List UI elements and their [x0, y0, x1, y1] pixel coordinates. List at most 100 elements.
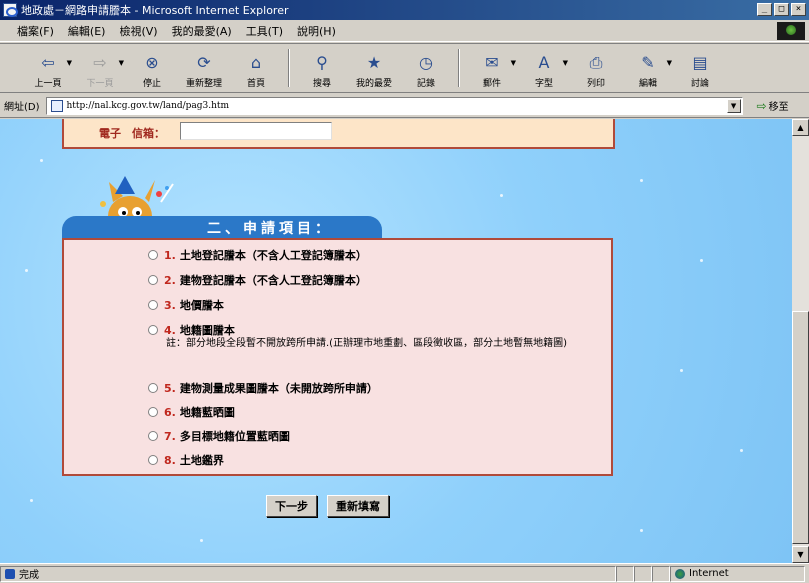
toolbar-separator [458, 49, 460, 87]
search-button[interactable]: ⚲ 搜尋 [296, 45, 348, 91]
font-button[interactable]: A 字型 ▼ [518, 45, 570, 91]
forward-button[interactable]: ⇨ 下一頁 ▼ [74, 45, 126, 91]
option-number: 4. [164, 323, 176, 337]
option-6[interactable]: 6. 地籍藍晒圖 [148, 404, 235, 420]
status-text: 完成 [19, 570, 39, 581]
scroll-thumb[interactable] [792, 311, 809, 544]
toolbar-separator [288, 49, 290, 87]
back-button[interactable]: ⇦ 上一頁 ▼ [22, 45, 74, 91]
stop-label: 停止 [142, 79, 161, 89]
edit-button[interactable]: ✎ 編輯 ▼ [622, 45, 674, 91]
options-panel: 1. 土地登記謄本（不含人工登記簿謄本） 2. 建物登記謄本（不含人工登記簿謄本… [62, 238, 613, 476]
stop-button[interactable]: ⊗ 停止 [126, 45, 178, 91]
page-icon [50, 99, 63, 112]
snow-dot [200, 539, 203, 542]
dropdown-arrow-icon[interactable]: ▼ [511, 59, 516, 67]
vertical-scrollbar[interactable]: ▲ ▼ [792, 119, 809, 563]
option-2[interactable]: 2. 建物登記謄本（不含人工登記簿謄本） [148, 272, 367, 288]
snow-dot [30, 499, 33, 502]
menu-favorites[interactable]: 我的最愛(A) [165, 23, 239, 39]
print-label: 列印 [586, 79, 605, 89]
menu-file[interactable]: 檔案(F) [10, 23, 61, 39]
radio-button[interactable] [148, 407, 158, 417]
dropdown-arrow-icon[interactable]: ▼ [563, 59, 568, 67]
menu-help[interactable]: 說明(H) [290, 23, 343, 39]
search-icon: ⚲ [316, 53, 328, 72]
printer-icon: ⎙ [589, 53, 603, 72]
font-icon: A [538, 53, 550, 72]
favorites-button[interactable]: ★ 我的最愛 [348, 45, 400, 91]
radio-button[interactable] [148, 325, 158, 335]
dropdown-arrow-icon[interactable]: ▼ [667, 59, 672, 67]
status-pane-empty [634, 565, 652, 582]
address-bar: 網址(D) http://nal.kcg.gov.tw/land/pag3.ht… [0, 94, 809, 118]
go-button[interactable]: ⇨ 移至 [757, 98, 789, 114]
snow-dot [680, 369, 683, 372]
ie-app-icon [3, 3, 18, 17]
dropdown-arrow-icon[interactable]: ▼ [67, 59, 72, 67]
option-8[interactable]: 8. 土地鑑界 [148, 452, 224, 468]
search-label: 搜尋 [312, 79, 331, 89]
option-5[interactable]: 5. 建物測量成果圖謄本（未開放跨所申請） [148, 380, 378, 396]
radio-button[interactable] [148, 455, 158, 465]
close-button[interactable]: × [791, 3, 806, 16]
scroll-down-icon[interactable]: ▼ [792, 546, 809, 563]
title-bar: 地政處－網路申請謄本 - Microsoft Internet Explorer… [0, 0, 809, 20]
radio-button[interactable] [148, 383, 158, 393]
option-3[interactable]: 3. 地價謄本 [148, 297, 224, 313]
back-arrow-icon: ⇦ [41, 53, 55, 72]
address-input[interactable]: http://nal.kcg.gov.tw/land/pag3.htm ▼ [45, 96, 743, 115]
favorites-icon: ★ [366, 53, 382, 72]
status-pane-empty [652, 565, 670, 582]
back-label: 上一頁 [34, 79, 62, 89]
email-label: 電子 信箱： [99, 127, 165, 140]
next-step-button[interactable]: 下一步 [266, 495, 317, 517]
maximize-button[interactable]: □ [774, 3, 789, 16]
discuss-button[interactable]: ▤ 討論 [674, 45, 726, 91]
snow-dot [640, 529, 643, 532]
internet-globe-icon [675, 568, 685, 579]
option-label: 土地鑑界 [179, 454, 224, 467]
print-button[interactable]: ⎙ 列印 [570, 45, 622, 91]
option-4-note: 註：部分地段全段暫不開放跨所申請.(正辦理市地重劃、區段徵收區，部分土地暫無地籍… [166, 338, 567, 349]
reset-button[interactable]: 重新填寫 [327, 495, 389, 517]
history-button[interactable]: ◷ 記錄 [400, 45, 452, 91]
menu-view[interactable]: 檢視(V) [112, 23, 164, 39]
option-label: 土地登記謄本（不含人工登記簿謄本） [179, 249, 367, 262]
edit-label: 編輯 [638, 79, 657, 89]
home-button[interactable]: ⌂ 首頁 [230, 45, 282, 91]
address-url[interactable]: http://nal.kcg.gov.tw/land/pag3.htm [67, 101, 230, 111]
window-title: 地政處－網路申請謄本 - Microsoft Internet Explorer [21, 4, 289, 17]
dropdown-arrow-icon[interactable]: ▼ [119, 59, 124, 67]
history-label: 記錄 [416, 79, 435, 89]
status-text-pane: 完成 [0, 565, 616, 582]
radio-button[interactable] [148, 431, 158, 441]
section-header: 二、申請項目： [62, 216, 382, 238]
address-dropdown-icon[interactable]: ▼ [726, 98, 741, 113]
menu-bar: 檔案(F) 編輯(E) 檢視(V) 我的最愛(A) 工具(T) 說明(H) [0, 20, 809, 42]
snow-dot [700, 259, 703, 262]
email-input[interactable] [180, 122, 332, 140]
scroll-up-icon[interactable]: ▲ [792, 119, 809, 136]
ie-logo-icon [777, 22, 805, 40]
page-viewport: 電子 信箱： 二、申請項目： 1. 土地登記謄本（不含人工登記簿謄本） 2. 建… [0, 119, 792, 563]
menu-edit[interactable]: 編輯(E) [61, 23, 113, 39]
option-1[interactable]: 1. 土地登記謄本（不含人工登記簿謄本） [148, 247, 367, 263]
radio-button[interactable] [148, 300, 158, 310]
email-panel: 電子 信箱： [62, 119, 615, 149]
option-number: 5. [164, 381, 176, 395]
menu-tools[interactable]: 工具(T) [239, 23, 290, 39]
option-label: 地價謄本 [179, 299, 224, 312]
option-label: 地籍藍晒圖 [179, 406, 235, 419]
radio-button[interactable] [148, 250, 158, 260]
minimize-button[interactable]: _ [757, 3, 772, 16]
stop-icon: ⊗ [145, 53, 159, 72]
status-zone-pane: Internet [670, 565, 805, 582]
discuss-icon: ▤ [692, 53, 708, 72]
status-pane-empty [616, 565, 634, 582]
radio-button[interactable] [148, 275, 158, 285]
mail-button[interactable]: ✉ 郵件 ▼ [466, 45, 518, 91]
option-7[interactable]: 7. 多目標地籍位置藍晒圖 [148, 428, 290, 444]
toolbar: ⇦ 上一頁 ▼ ⇨ 下一頁 ▼ ⊗ 停止 ⟳ 重新整理 ⌂ 首頁 ⚲ 搜尋 ★ … [0, 43, 809, 93]
refresh-button[interactable]: ⟳ 重新整理 [178, 45, 230, 91]
